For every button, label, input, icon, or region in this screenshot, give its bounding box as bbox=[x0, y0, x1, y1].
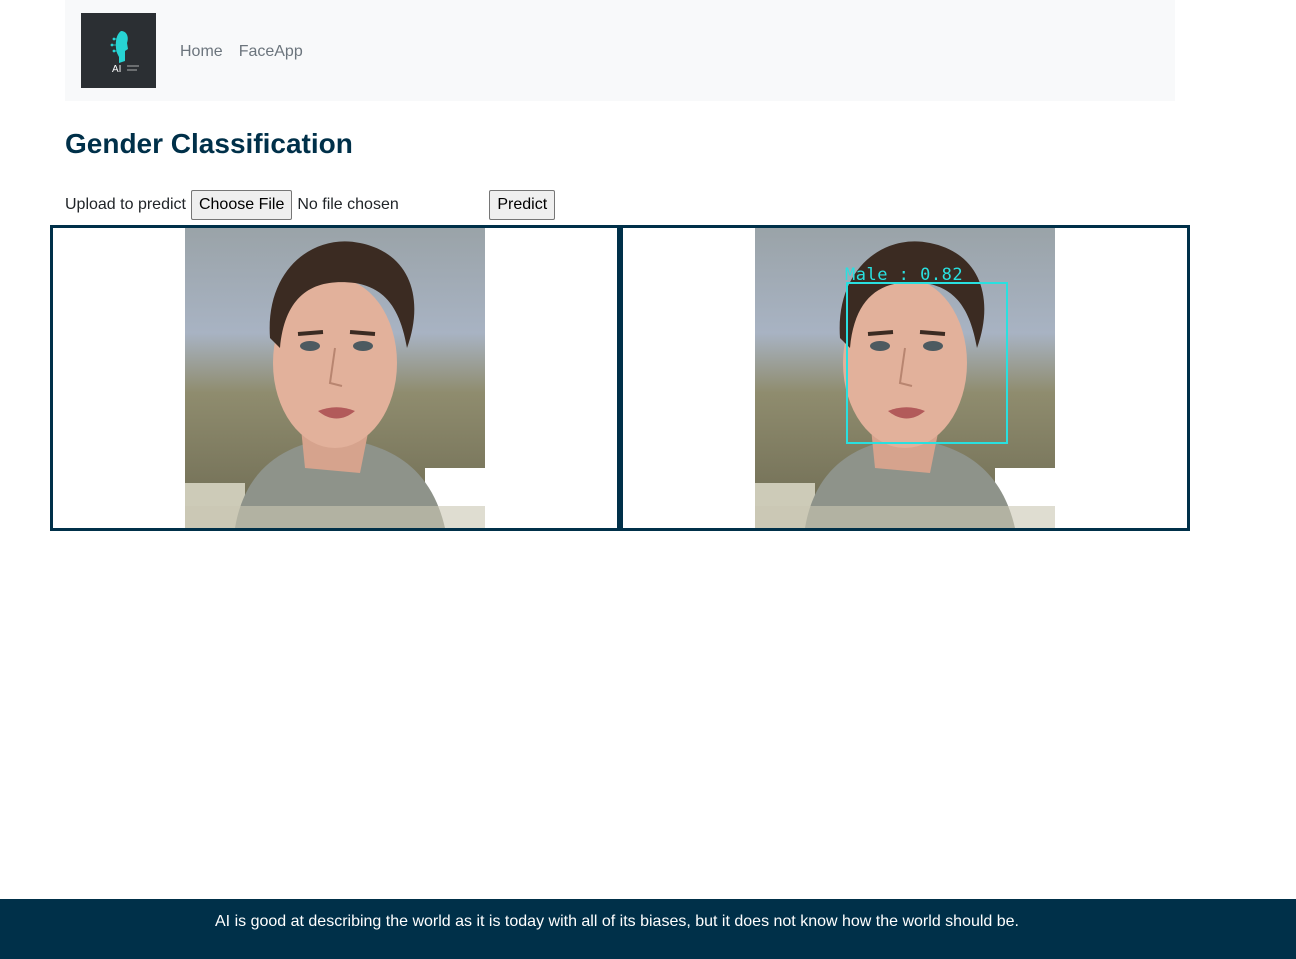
nav-home-link[interactable]: Home bbox=[180, 41, 223, 63]
ai-head-icon: AI bbox=[81, 13, 156, 88]
upload-label: Upload to predict bbox=[65, 196, 186, 213]
navbar: AI Home FaceApp bbox=[65, 0, 1175, 101]
footer-quote: AI is good at describing the world as it… bbox=[215, 913, 1019, 930]
nav-faceapp-link[interactable]: FaceApp bbox=[239, 41, 303, 63]
choose-file-button[interactable]: Choose File bbox=[190, 190, 293, 220]
prediction-label: Male : 0.82 bbox=[845, 265, 964, 285]
upload-form: Upload to predict Choose File No file ch… bbox=[65, 190, 556, 220]
input-face-image bbox=[185, 228, 485, 528]
svg-text:AI: AI bbox=[112, 64, 121, 75]
footer: AI is good at describing the world as it… bbox=[0, 899, 1296, 959]
predict-button[interactable]: Predict bbox=[489, 190, 556, 220]
input-image-panel bbox=[50, 225, 620, 531]
prediction-image-panel: Male : 0.82 bbox=[620, 225, 1190, 531]
brand-logo[interactable]: AI bbox=[81, 13, 156, 88]
page-title: Gender Classification bbox=[65, 128, 353, 159]
file-status-text: No file chosen bbox=[297, 196, 399, 213]
face-detection-box bbox=[846, 282, 1008, 444]
nav-links: Home FaceApp bbox=[180, 41, 303, 63]
